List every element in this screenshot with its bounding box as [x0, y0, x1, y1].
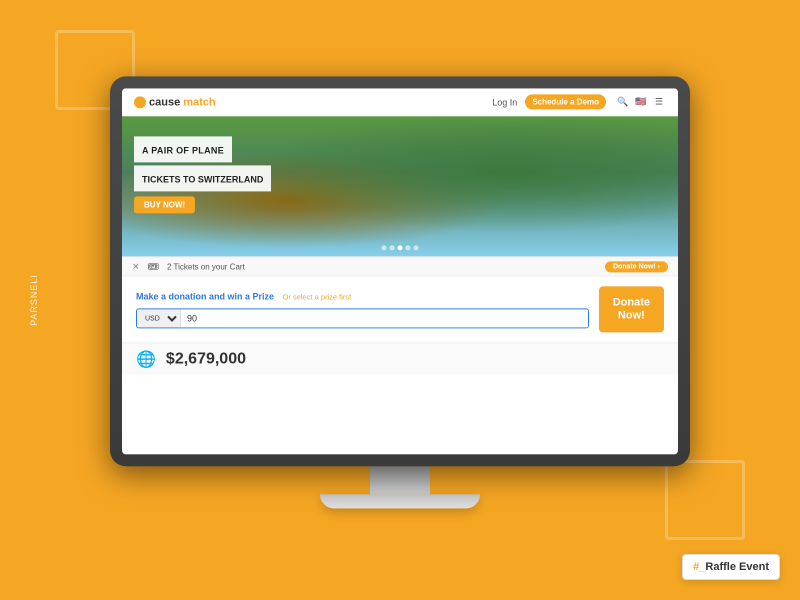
hero-banner: A PAIR OF PLANE TICKETS TO SWITZERLAND B…: [122, 116, 678, 256]
globe-icon: 🌐: [136, 350, 156, 370]
logo-cause: cause: [149, 96, 180, 108]
menu-icon[interactable]: ☰: [652, 95, 666, 109]
notification-text: 2 Tickets on your Cart: [167, 262, 597, 271]
hero-dot-3[interactable]: [398, 245, 403, 250]
raffle-hash: #_: [693, 561, 705, 573]
hero-dots: [382, 245, 419, 250]
notification-bar: ✕ 🎟 2 Tickets on your Cart Donate Now! ›: [122, 256, 678, 276]
donation-left: Make a donation and win a Prize Or selec…: [136, 286, 589, 328]
hero-subtitle: TICKETS TO SWITZERLAND: [142, 174, 263, 184]
hero-dot-2[interactable]: [390, 245, 395, 250]
hero-subtitle-box: TICKETS TO SWITZERLAND: [134, 165, 271, 191]
hero-overlay: A PAIR OF PLANE TICKETS TO SWITZERLAND B…: [134, 136, 271, 213]
logo-icon: [134, 96, 146, 108]
raffle-label: Raffle Event: [705, 561, 769, 573]
hero-dot-1[interactable]: [382, 245, 387, 250]
ticket-icon: 🎟: [148, 261, 159, 272]
donate-now-banner-button[interactable]: Donate Now! ›: [605, 261, 668, 272]
raffle-badge: #_Raffle Event: [682, 554, 780, 580]
hero-dot-5[interactable]: [414, 245, 419, 250]
navbar: causematch Log In Schedule a Demo 🔍 🇺🇸 ☰: [122, 88, 678, 116]
hero-title: A PAIR OF PLANE: [142, 145, 224, 155]
logo-match: match: [183, 96, 215, 108]
login-link[interactable]: Log In: [492, 97, 517, 107]
monitor: causematch Log In Schedule a Demo 🔍 🇺🇸 ☰…: [110, 76, 690, 506]
close-icon[interactable]: ✕: [132, 261, 140, 272]
monitor-base: [320, 494, 480, 508]
buy-now-button[interactable]: BUY NOW!: [134, 196, 195, 213]
donation-input-row: USD EUR GBP: [136, 308, 589, 328]
flag-icon[interactable]: 🇺🇸: [634, 95, 648, 109]
stats-amount: $2,679,000: [166, 351, 246, 369]
donate-now-button[interactable]: Donate Now!: [599, 286, 664, 332]
donation-sublabel: Or select a prize first: [282, 292, 351, 301]
hero-title-box: A PAIR OF PLANE: [134, 136, 232, 162]
monitor-neck: [370, 466, 430, 494]
donation-section: Make a donation and win a Prize Or selec…: [122, 276, 678, 342]
amount-input[interactable]: [181, 309, 588, 327]
donation-label: Make a donation and win a Prize: [136, 291, 274, 301]
donation-label-row: Make a donation and win a Prize Or selec…: [136, 286, 589, 304]
monitor-screen: causematch Log In Schedule a Demo 🔍 🇺🇸 ☰…: [122, 88, 678, 454]
hero-dot-4[interactable]: [406, 245, 411, 250]
currency-select[interactable]: USD EUR GBP: [137, 309, 181, 327]
search-icon[interactable]: 🔍: [616, 95, 630, 109]
monitor-bezel: causematch Log In Schedule a Demo 🔍 🇺🇸 ☰…: [110, 76, 690, 466]
schedule-demo-button[interactable]: Schedule a Demo: [525, 94, 606, 109]
website: causematch Log In Schedule a Demo 🔍 🇺🇸 ☰…: [122, 88, 678, 454]
stats-bar: 🌐 $2,679,000: [122, 343, 678, 376]
side-label: PARSNELI: [29, 274, 39, 326]
logo: causematch: [134, 96, 216, 108]
